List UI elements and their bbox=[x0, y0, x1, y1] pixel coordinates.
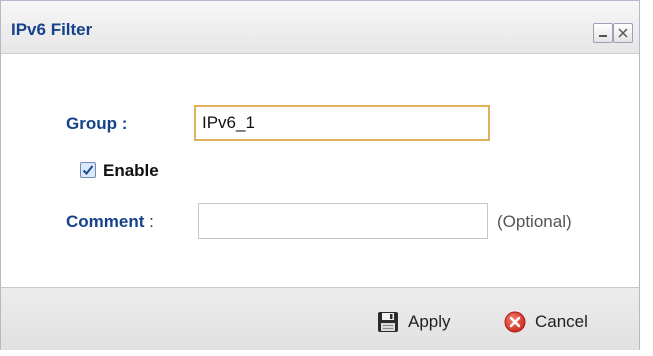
comment-label-text: Comment bbox=[66, 212, 145, 231]
comment-input[interactable] bbox=[198, 203, 488, 239]
dialog-titlebar: IPv6 Filter bbox=[1, 1, 639, 54]
enable-checkbox[interactable] bbox=[80, 162, 96, 178]
group-label: Group : bbox=[66, 114, 128, 133]
apply-label: Apply bbox=[408, 312, 451, 331]
cancel-button[interactable]: Cancel bbox=[504, 310, 588, 334]
checkmark-icon bbox=[82, 165, 94, 175]
group-input[interactable] bbox=[194, 105, 490, 141]
cancel-label: Cancel bbox=[535, 312, 588, 331]
dialog-title: IPv6 Filter bbox=[11, 20, 93, 39]
save-disk-icon bbox=[378, 312, 398, 332]
comment-label: Comment : bbox=[66, 212, 154, 232]
ipv6-filter-dialog: IPv6 Filter Group : Enable Comment : (Op… bbox=[0, 0, 640, 350]
minimize-button[interactable] bbox=[593, 23, 613, 43]
apply-button[interactable]: Apply bbox=[377, 310, 451, 334]
close-icon bbox=[618, 28, 628, 38]
minimize-icon bbox=[599, 35, 607, 37]
enable-label[interactable]: Enable bbox=[103, 161, 159, 181]
dialog-footer: Apply Cancel bbox=[1, 287, 639, 350]
comment-colon: : bbox=[144, 212, 154, 231]
red-x-circle-icon bbox=[504, 311, 526, 333]
close-button[interactable] bbox=[613, 23, 633, 43]
optional-hint: (Optional) bbox=[497, 212, 572, 231]
